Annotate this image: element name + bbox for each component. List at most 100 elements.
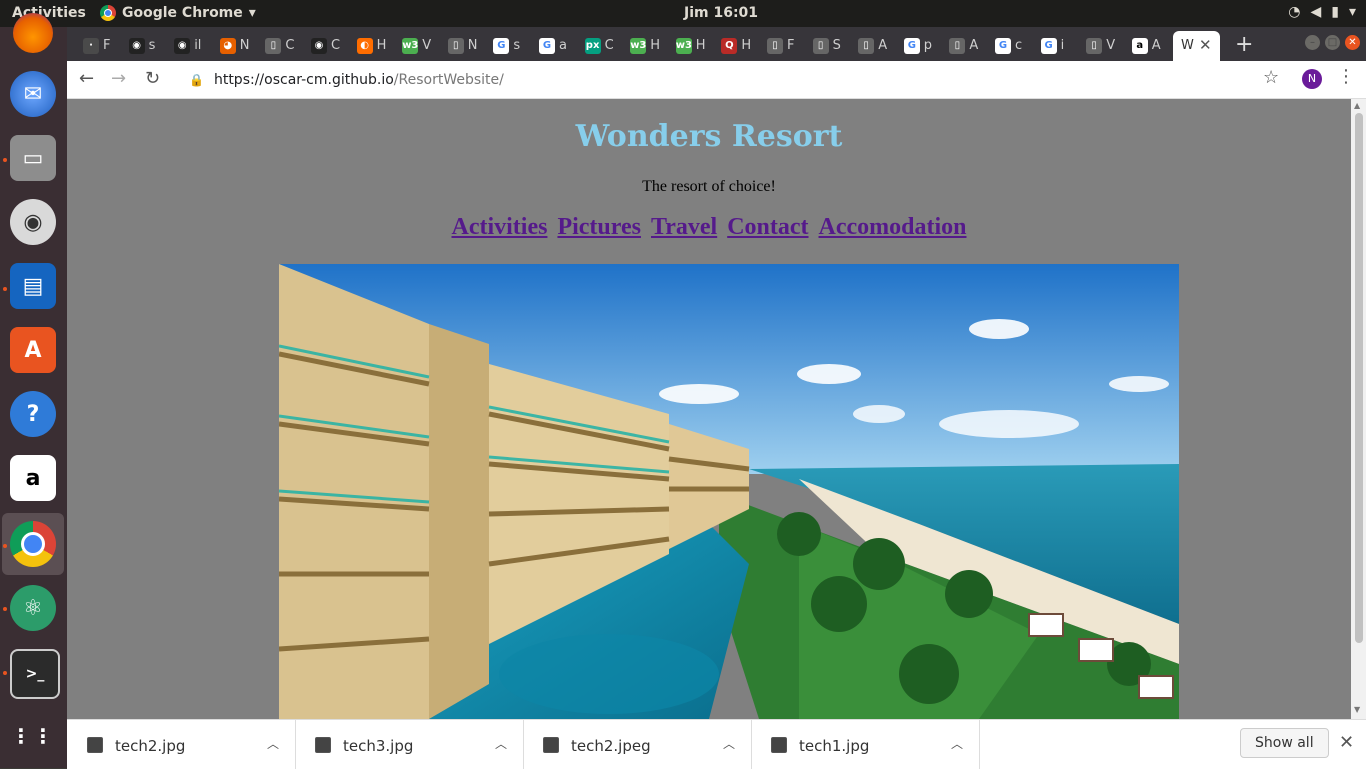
tab-title: F <box>787 38 795 53</box>
tab[interactable]: ▯ V <box>1078 31 1122 61</box>
show-all-button[interactable]: Show all <box>1240 728 1329 758</box>
clock[interactable]: Jim 16:01 <box>684 5 758 21</box>
lock-icon[interactable]: 🔒 <box>189 73 204 87</box>
tab[interactable]: ▯ A <box>850 31 894 61</box>
software-center-icon[interactable]: A <box>10 327 56 373</box>
running-indicator <box>3 287 7 291</box>
tab-title: A <box>878 38 888 53</box>
tab[interactable]: ▯ A <box>941 31 985 61</box>
tab[interactable]: w3 H <box>668 31 712 61</box>
nav-link-travel[interactable]: Travel <box>651 214 717 240</box>
thunderbird-icon[interactable]: ✉ <box>10 71 56 117</box>
system-top-bar: Activities Google Chrome ▾ Jim 16:01 ◔ ◀… <box>0 0 1366 27</box>
atom-icon[interactable]: ⚛ <box>10 585 56 631</box>
firefox-icon: ◕ <box>219 38 236 54</box>
nav-link-pictures[interactable]: Pictures <box>557 214 641 240</box>
file-icon <box>315 737 331 753</box>
amazon-icon[interactable]: a <box>10 455 56 501</box>
chevron-up-icon[interactable]: ︿ <box>723 735 735 752</box>
px-icon: px <box>584 38 601 54</box>
scroll-down-icon[interactable]: ▼ <box>1354 705 1360 714</box>
page-scrollbar[interactable]: ▲ ▼ <box>1351 99 1366 719</box>
tab[interactable]: Gs <box>485 31 529 61</box>
google-icon: G <box>493 38 510 54</box>
tab[interactable]: Gp <box>896 31 940 61</box>
scroll-up-icon[interactable]: ▲ <box>1354 101 1360 110</box>
nav-link-accomodation[interactable]: Accomodation <box>819 214 967 240</box>
tab[interactable]: · F <box>75 31 119 61</box>
tab-title: p <box>923 38 933 53</box>
download-item[interactable]: tech2.jpg ︿ <box>67 720 296 769</box>
tab[interactable]: ▯ N <box>440 31 484 61</box>
active-tab[interactable]: W ✕ <box>1173 31 1220 61</box>
google-icon: G <box>995 38 1011 54</box>
github-icon: ◉ <box>174 38 191 54</box>
nav-link-activities[interactable]: Activities <box>451 214 547 240</box>
app-menu[interactable]: Google Chrome ▾ <box>100 5 256 21</box>
tab[interactable]: ◉ il <box>166 31 210 61</box>
reload-button[interactable]: ↻ <box>145 68 160 89</box>
help-icon[interactable]: ? <box>10 391 56 437</box>
rhythmbox-icon[interactable]: ◉ <box>10 199 56 245</box>
close-icon[interactable]: ✕ <box>1199 36 1212 54</box>
minimize-button[interactable]: – <box>1305 35 1320 50</box>
new-tab-button[interactable]: + <box>1235 32 1253 57</box>
maximize-button[interactable]: □ <box>1325 35 1340 50</box>
system-tray[interactable]: ◔ ◀ ▮ ▾ <box>1288 4 1356 20</box>
profile-avatar[interactable]: N <box>1302 69 1322 89</box>
page-icon: ▯ <box>767 38 783 54</box>
url-path: /ResortWebsite/ <box>393 71 504 88</box>
back-button[interactable]: ← <box>79 68 94 89</box>
chevron-down-icon: ▾ <box>248 5 256 21</box>
tab-title: A <box>969 38 979 53</box>
show-applications-icon[interactable]: ⋮⋮ <box>10 713 56 759</box>
tab[interactable]: Gc <box>987 31 1031 61</box>
close-icon[interactable]: ✕ <box>1339 732 1354 753</box>
chrome-icon[interactable] <box>10 521 56 567</box>
scrollbar-thumb[interactable] <box>1355 113 1363 643</box>
tab[interactable]: w3 H <box>622 31 666 61</box>
address-bar[interactable]: 🔒 https://oscar-cm.github.io/ResortWebsi… <box>177 64 1317 95</box>
site-nav: Activities Pictures Travel Contact Accom… <box>67 214 1351 241</box>
tab-title: C <box>285 38 295 53</box>
download-filename: tech3.jpg <box>343 737 414 755</box>
download-item[interactable]: tech2.jpeg ︿ <box>523 720 752 769</box>
tab[interactable]: ◉ s <box>121 31 165 61</box>
tab-title: H <box>741 38 752 53</box>
tab[interactable]: ▯ F <box>759 31 803 61</box>
nav-link-contact[interactable]: Contact <box>727 214 808 240</box>
firefox-icon[interactable] <box>13 13 53 53</box>
forward-button[interactable]: → <box>111 68 126 89</box>
tab[interactable]: ◕ N <box>212 31 256 61</box>
tab[interactable]: Ga <box>531 31 575 61</box>
bookmark-star-icon[interactable]: ☆ <box>1263 67 1279 88</box>
tab[interactable]: QH <box>713 31 757 61</box>
writer-icon[interactable]: ▤ <box>10 263 56 309</box>
chevron-up-icon[interactable]: ︿ <box>267 735 279 752</box>
menu-icon[interactable]: ⋮ <box>1337 66 1355 87</box>
page-icon: ▯ <box>1086 38 1103 54</box>
tab[interactable]: px C <box>577 31 621 61</box>
tab-title: C <box>604 38 614 53</box>
download-item[interactable]: tech1.jpg ︿ <box>751 720 980 769</box>
tab[interactable]: ◐ H <box>349 31 393 61</box>
chevron-up-icon[interactable]: ︿ <box>495 735 507 752</box>
chevron-up-icon[interactable]: ︿ <box>951 735 963 752</box>
tab[interactable]: ▯ C <box>257 31 301 61</box>
tab[interactable]: ▯ S <box>805 31 849 61</box>
tab[interactable]: aA <box>1124 31 1168 61</box>
chrome-icon <box>100 5 116 21</box>
close-window-button[interactable]: ✕ <box>1345 35 1360 50</box>
chevron-down-icon: ▾ <box>1348 4 1356 20</box>
download-item[interactable]: tech3.jpg ︿ <box>295 720 524 769</box>
tab-title: H <box>695 38 706 53</box>
tab[interactable]: ◉ C <box>303 31 347 61</box>
running-indicator <box>3 671 7 675</box>
files-icon[interactable]: ▭ <box>10 135 56 181</box>
tab[interactable]: Gi <box>1033 31 1077 61</box>
tab-title: F <box>103 38 111 53</box>
tab-title: i <box>1060 38 1065 53</box>
terminal-icon[interactable]: >_ <box>10 649 60 699</box>
tab[interactable]: w3 V <box>394 31 438 61</box>
github-icon: ◉ <box>311 38 327 54</box>
